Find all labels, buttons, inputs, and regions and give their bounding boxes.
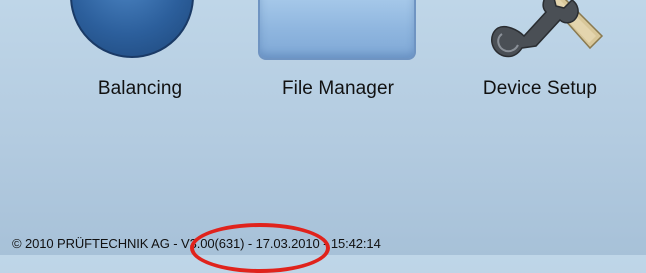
device-setup-label: Device Setup <box>482 78 598 99</box>
balancing-label: Balancing <box>97 78 183 99</box>
wrench-screwdriver-icon <box>491 0 604 58</box>
balancing-disk-icon <box>70 0 194 58</box>
file-manager-label: File Manager <box>281 78 395 99</box>
file-manager-app-tile[interactable]: File Manager <box>258 0 418 110</box>
folder-icon <box>258 0 416 60</box>
version-footer: © 2010 PRÜFTECHNIK AG - V3.00(631) - 17.… <box>12 236 381 251</box>
device-setup-app-tile[interactable]: Device Setup <box>468 0 618 110</box>
balancing-app-tile[interactable]: Balancing <box>70 0 210 110</box>
